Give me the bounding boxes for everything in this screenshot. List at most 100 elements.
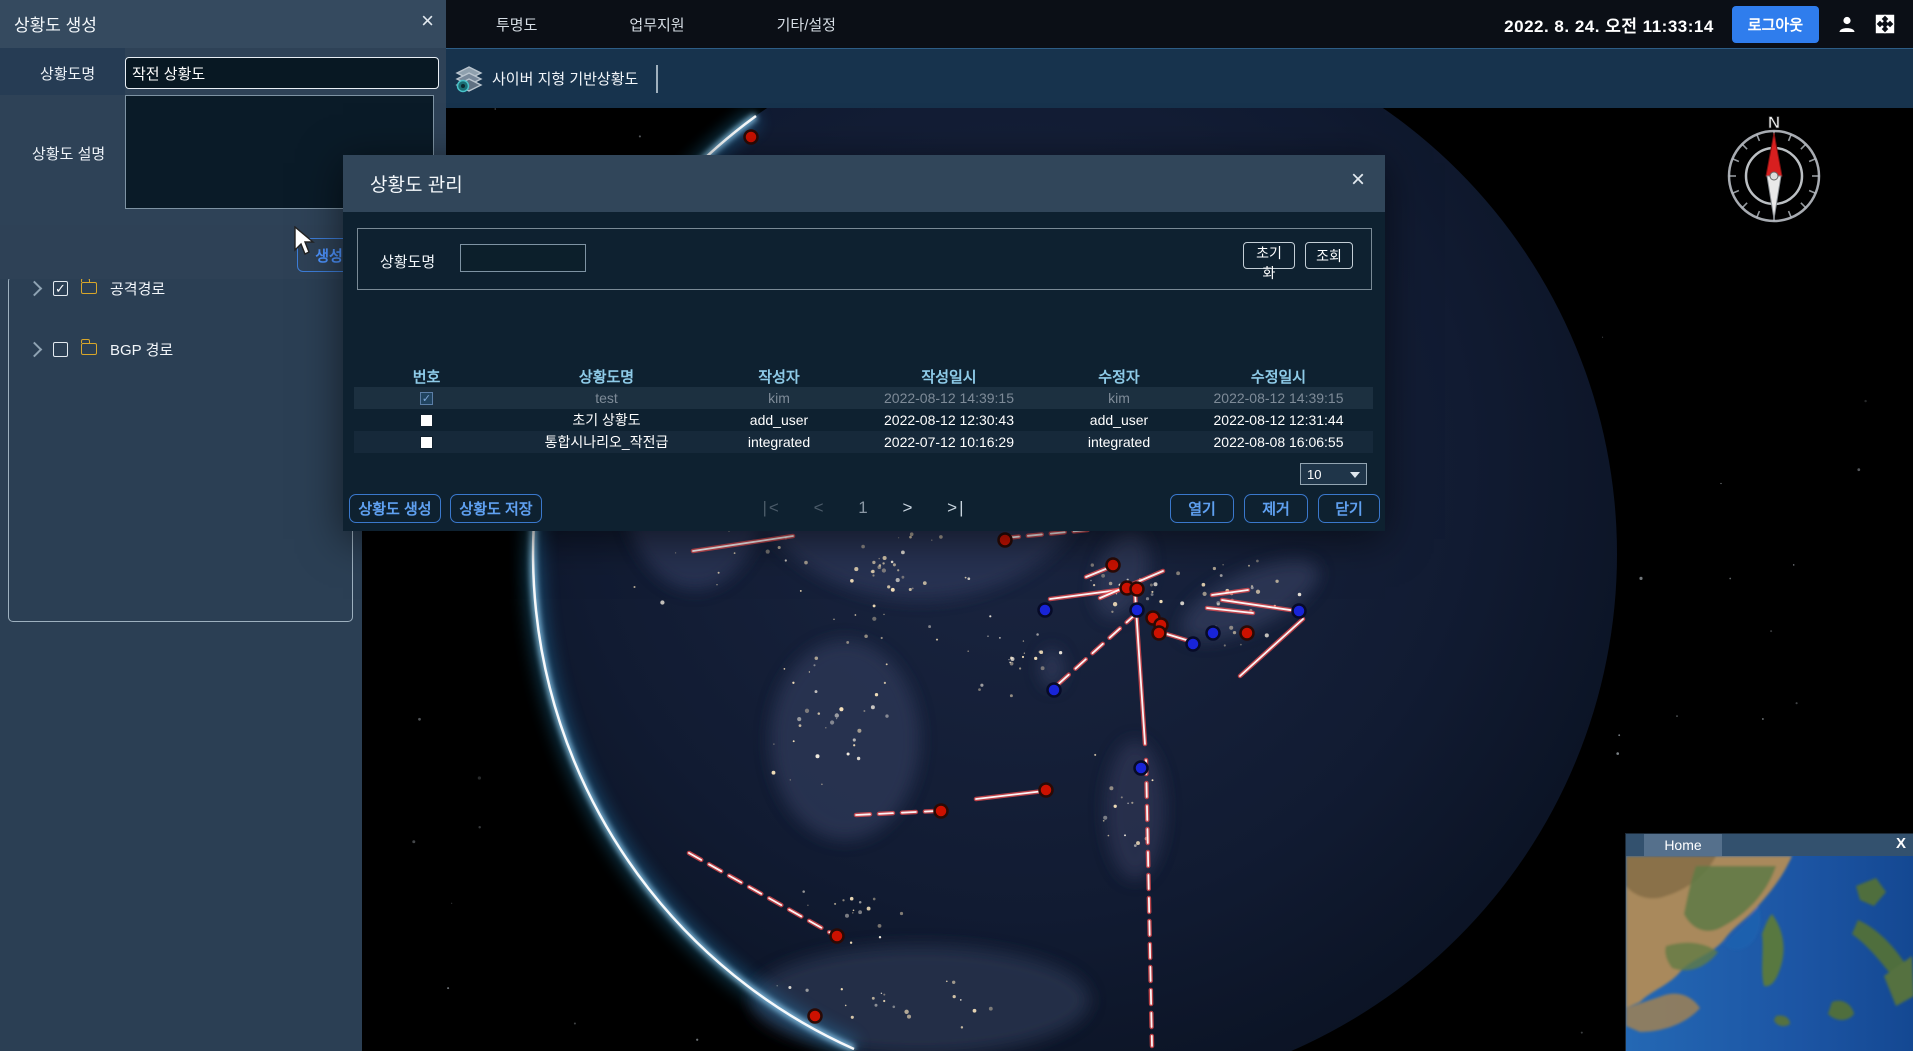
col-number: 번호 (354, 366, 499, 387)
tab-transparency[interactable]: 투명도 (484, 14, 549, 35)
minimap-home-tab[interactable]: Home (1644, 834, 1722, 856)
query-button[interactable]: 조회 (1305, 242, 1353, 269)
row-modifier: add_user (1054, 412, 1184, 428)
attack-node-red[interactable] (831, 930, 844, 943)
attack-node-red[interactable] (809, 1010, 822, 1023)
row-author: kim (714, 390, 844, 406)
row-checkbox-unchecked[interactable] (420, 436, 433, 449)
layer-tree-panel: ✓ 공격경로 BGP 경로 (8, 276, 353, 622)
tree-item-attack-path[interactable]: ✓ 공격경로 (29, 277, 165, 299)
col-created: 작성일시 (844, 366, 1054, 387)
col-modified: 수정일시 (1184, 366, 1373, 387)
modal-title: 상황도 관리 (370, 170, 463, 197)
attack-node-blue[interactable] (1207, 627, 1220, 640)
attack-node-blue[interactable] (1293, 605, 1306, 618)
search-fieldset: 상황도명 초기화 조회 (357, 228, 1372, 290)
folder-icon (81, 343, 97, 355)
row-created: 2022-08-12 12:30:43 (844, 412, 1054, 428)
chevron-down-icon (1350, 472, 1360, 478)
attack-node-red[interactable] (1040, 784, 1053, 797)
attack-node-blue[interactable] (1187, 638, 1200, 651)
attack-node-red[interactable] (1107, 559, 1120, 572)
modal-open-button[interactable]: 열기 (1170, 494, 1234, 523)
name-field-label: 상황도명 (40, 63, 95, 84)
modal-remove-button[interactable]: 제거 (1244, 494, 1308, 523)
attack-node-red[interactable] (1241, 627, 1254, 640)
fullscreen-icon[interactable] (1875, 14, 1895, 34)
compass-needle-north (1766, 133, 1782, 176)
table-header-row: 번호 상황도명 작성자 작성일시 수정자 수정일시 (354, 365, 1373, 387)
row-created: 2022-07-12 10:16:29 (844, 434, 1054, 450)
row-author: add_user (714, 412, 844, 428)
row-created: 2022-08-12 14:39:15 (844, 390, 1054, 406)
attack-node-red[interactable] (1131, 583, 1144, 596)
attack-node-red[interactable] (1153, 627, 1166, 640)
row-modified: 2022-08-12 14:39:15 (1184, 390, 1373, 406)
chevron-right-icon[interactable] (27, 280, 43, 296)
tree-item-label: BGP 경로 (110, 339, 173, 360)
row-checkbox-checked[interactable]: ✓ (420, 392, 433, 405)
compass-needle-south (1767, 176, 1781, 219)
row-modified: 2022-08-08 16:06:55 (1184, 434, 1373, 450)
checkbox-checked-icon[interactable]: ✓ (53, 281, 68, 296)
situation-table: 번호 상황도명 작성자 작성일시 수정자 수정일시 ✓ test kim 202… (354, 365, 1373, 453)
close-icon[interactable]: × (421, 10, 434, 32)
modal-body: 상황도명 초기화 조회 번호 상황도명 작성자 작성일시 수정자 수정일시 ✓ … (343, 212, 1385, 531)
layers-icon (454, 64, 484, 94)
col-author: 작성자 (714, 366, 844, 387)
row-name: 통합시나리오_작전급 (499, 432, 714, 452)
row-checkbox-unchecked[interactable] (420, 414, 433, 427)
search-name-input[interactable] (460, 244, 586, 272)
col-modifier: 수정자 (1054, 366, 1184, 387)
tab-work-support[interactable]: 업무지원 (617, 14, 696, 35)
desc-field-label: 상황도 설명 (32, 143, 105, 164)
compass-north-label: N (1768, 113, 1780, 132)
modal-footer: 상황도 생성 상황도 저장 열기 제거 닫기 (343, 494, 1385, 524)
modal-save-button[interactable]: 상황도 저장 (450, 494, 542, 523)
attack-node-blue[interactable] (1039, 604, 1052, 617)
checkbox-unchecked-icon[interactable] (53, 342, 68, 357)
attack-node-red[interactable] (999, 534, 1012, 547)
attack-node-blue[interactable] (1131, 604, 1144, 617)
folder-icon (81, 282, 97, 294)
table-row[interactable]: 통합시나리오_작전급 integrated 2022-07-12 10:16:2… (354, 431, 1373, 453)
row-modifier: kim (1054, 390, 1184, 406)
tree-item-label: 공격경로 (110, 278, 165, 299)
modal-create-button[interactable]: 상황도 생성 (349, 494, 441, 523)
page-size-value: 10 (1307, 467, 1321, 482)
attack-node-blue[interactable] (1048, 684, 1061, 697)
situation-manage-modal: 상황도 관리 × 상황도명 초기화 조회 번호 상황도명 작성자 작성일시 수정… (343, 155, 1385, 531)
minimap-titlebar: Home X (1626, 834, 1913, 856)
app-root: N 투명도 업무지원 기타/설정 2022. 8. 24. 오전 11:33:1… (0, 0, 1913, 1051)
modal-titlebar: 상황도 관리 × (343, 155, 1385, 212)
page-size-select[interactable]: 10 (1300, 463, 1367, 485)
modal-close-button[interactable]: 닫기 (1318, 494, 1380, 523)
close-icon[interactable]: X (1896, 835, 1906, 852)
tree-item-bgp-path[interactable]: BGP 경로 (29, 338, 173, 360)
datetime-display: 2022. 8. 24. 오전 11:33:14 (1504, 12, 1714, 37)
map-header-bar: 사이버 지형 기반상황도 (446, 48, 1913, 108)
divider (656, 65, 658, 93)
attack-node-red[interactable] (745, 131, 758, 144)
row-modifier: integrated (1054, 434, 1184, 450)
table-row[interactable]: ✓ test kim 2022-08-12 14:39:15 kim 2022-… (354, 387, 1373, 409)
reset-button[interactable]: 초기화 (1243, 242, 1295, 269)
user-icon[interactable] (1837, 14, 1857, 34)
window-titlebar: 상황도 생성 × (0, 0, 446, 48)
row-name: test (499, 390, 714, 406)
row-name: 초기 상황도 (499, 410, 714, 430)
minimap-satellite-view[interactable] (1626, 856, 1913, 1051)
home-minimap[interactable]: Home X (1625, 833, 1913, 1051)
logout-button[interactable]: 로그아웃 (1732, 6, 1819, 43)
compass[interactable]: N (1716, 112, 1832, 228)
chevron-right-icon[interactable] (27, 341, 43, 357)
row-author: integrated (714, 434, 844, 450)
situation-name-input[interactable] (125, 57, 439, 89)
attack-node-blue[interactable] (1135, 762, 1148, 775)
close-icon[interactable]: × (1351, 168, 1365, 192)
tab-etc-settings[interactable]: 기타/설정 (765, 14, 848, 35)
attack-node-red[interactable] (935, 805, 948, 818)
search-field-label: 상황도명 (380, 251, 435, 272)
table-row[interactable]: 초기 상황도 add_user 2022-08-12 12:30:43 add_… (354, 409, 1373, 431)
map-title: 사이버 지형 기반상황도 (492, 68, 638, 89)
